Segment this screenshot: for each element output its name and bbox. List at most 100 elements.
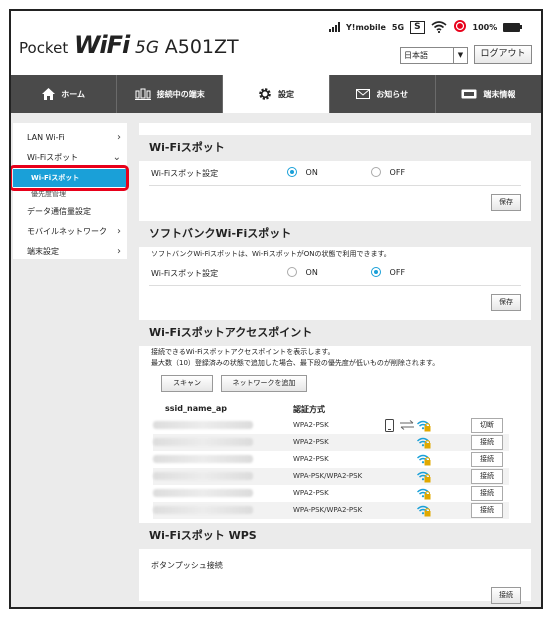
ssid-redacted (153, 472, 253, 480)
divider (149, 185, 521, 186)
radio-off-icon (287, 267, 297, 277)
home-icon (42, 88, 56, 100)
sidebar-item-mobile-network[interactable]: モバイルネットワーク › (13, 223, 127, 241)
connect-button[interactable]: 接続 (471, 469, 503, 484)
radio-on-icon (371, 267, 381, 277)
ssid-redacted (153, 438, 253, 446)
connect-button[interactable]: 接続 (471, 503, 503, 518)
col-auth: 認証方式 (293, 405, 325, 414)
disconnect-button[interactable]: 切断 (471, 418, 503, 433)
table-row: WPA2-PSK 切断 (153, 417, 509, 434)
tab-settings[interactable]: 設定 (223, 75, 330, 113)
auth-value: WPA2-PSK (293, 455, 329, 463)
chevron-right-icon: › (117, 132, 121, 143)
connect-button[interactable]: 接続 (471, 435, 503, 450)
softbank-on-radio[interactable]: ON (287, 267, 318, 277)
radio-label: ON (305, 267, 318, 277)
gear-icon (258, 87, 272, 101)
chevron-right-icon: › (117, 246, 121, 257)
tab-device-info-label: 端末情報 (483, 89, 516, 99)
radio-off-icon (371, 167, 381, 177)
power-icon (453, 19, 467, 35)
brand-logo: Pocket WiFi 5G A501ZT (19, 31, 239, 59)
connect-button[interactable]: 接続 (471, 486, 503, 501)
tab-notifications[interactable]: お知らせ (330, 75, 436, 113)
wifispot-setting-label: Wi-Fiスポット設定 (151, 169, 219, 178)
sidebar-item-label: Wi-Fiスポット (27, 153, 79, 162)
devices-icon (134, 88, 151, 100)
tab-home[interactable]: ホーム (11, 75, 118, 113)
sim-badge: S (410, 20, 425, 34)
main-panel: Wi-Fiスポット Wi-Fiスポット設定 ON OFF 保存 ソフトバンクWi… (139, 123, 531, 604)
device-info-icon (461, 89, 477, 99)
signal-icon (329, 22, 340, 32)
connected-arrows-icon (400, 420, 414, 432)
tab-devices[interactable]: 接続中の端末 (117, 75, 224, 113)
battery-label: 100% (472, 22, 498, 32)
sidebar: LAN Wi-Fi › Wi-Fiスポット ⌄ Wi-Fiスポット 優先度管理 … (11, 123, 129, 261)
tab-device-info[interactable]: 端末情報 (436, 75, 541, 113)
sidebar-item-device-settings[interactable]: 端末設定 › (13, 243, 127, 261)
wps-connect-button[interactable]: 接続 (491, 587, 521, 604)
wps-push-label: ボタンプッシュ接続 (151, 561, 223, 570)
softbank-setting-label: Wi-Fiスポット設定 (151, 269, 219, 278)
section-title: ソフトバンクWi-Fiスポット (139, 221, 531, 247)
ssid-redacted (153, 421, 253, 429)
logout-button[interactable]: ログアウト (474, 45, 532, 64)
logo-5g: 5G (135, 38, 159, 58)
tab-notifications-label: お知らせ (376, 89, 409, 99)
auth-value: WPA2-PSK (293, 489, 329, 497)
table-row: WPA-PSK/WPA2-PSK 接続 (153, 502, 509, 519)
highlight-marker (11, 165, 129, 191)
connect-button[interactable]: 接続 (471, 452, 503, 467)
status-bar: Y!mobile 5G S 100% (329, 19, 523, 35)
ssid-redacted (153, 489, 253, 497)
secured-wifi-icon (416, 487, 431, 500)
ap-desc-1: 接続できるWi-Fiスポットアクセスポイントを表示します。 (151, 348, 335, 356)
tab-devices-label: 接続中の端末 (156, 89, 205, 99)
header: Pocket WiFi 5G A501ZT Y!mobile 5G S 100%… (11, 11, 541, 75)
radio-label: OFF (389, 167, 406, 177)
secured-wifi-icon (416, 436, 431, 449)
phone-icon (385, 419, 394, 434)
table-row: WPA2-PSK 接続 (153, 434, 509, 451)
auth-value: WPA2-PSK (293, 421, 329, 429)
wifispot-on-radio[interactable]: ON (287, 167, 318, 177)
section-title: Wi-Fiスポットアクセスポイント (139, 320, 531, 346)
sidebar-item-lan-wifi[interactable]: LAN Wi-Fi › (13, 129, 127, 147)
sidebar-item-label: 端末設定 (27, 247, 59, 256)
secured-wifi-icon (416, 470, 431, 483)
content-area: LAN Wi-Fi › Wi-Fiスポット ⌄ Wi-Fiスポット 優先度管理 … (11, 113, 541, 607)
softbank-save-button[interactable]: 保存 (491, 294, 521, 311)
table-row: WPA2-PSK 接続 (153, 451, 509, 468)
radio-label: OFF (389, 267, 406, 277)
logo-model: A501ZT (164, 36, 239, 58)
radio-label: ON (305, 167, 318, 177)
app-frame: Pocket WiFi 5G A501ZT Y!mobile 5G S 100%… (9, 9, 543, 609)
language-select[interactable]: 日本語 ▼ (400, 47, 468, 64)
section-wifispot: Wi-Fiスポット (139, 135, 531, 161)
network-label: 5G (391, 22, 405, 32)
sidebar-item-label: 優先度管理 (31, 190, 66, 198)
scan-button[interactable]: スキャン (161, 375, 213, 392)
add-network-button[interactable]: ネットワークを追加 (221, 375, 307, 392)
wifispot-save-button[interactable]: 保存 (491, 194, 521, 211)
ap-desc-2: 最大数（10）登録済みの状態で追加した場合、最下段の優先度が低いものが削除されま… (151, 359, 440, 367)
wifispot-off-radio[interactable]: OFF (371, 167, 405, 177)
tab-settings-label: 設定 (278, 89, 294, 99)
chevron-down-icon: ▼ (453, 48, 467, 63)
sidebar-item-data-usage[interactable]: データ通信量設定 (13, 203, 127, 221)
ssid-redacted (153, 506, 253, 514)
battery-icon (503, 22, 523, 32)
auth-value: WPA-PSK/WPA2-PSK (293, 506, 363, 514)
logo-wifi: WiFi (73, 31, 130, 59)
language-value: 日本語 (404, 51, 428, 60)
mail-icon (356, 89, 371, 99)
softbank-off-radio[interactable]: OFF (371, 267, 405, 277)
secured-wifi-icon (416, 504, 431, 517)
sidebar-item-label: モバイルネットワーク (27, 227, 107, 236)
divider (149, 285, 521, 286)
sidebar-item-label: LAN Wi-Fi (27, 133, 65, 142)
table-row: WPA-PSK/WPA2-PSK 接続 (153, 468, 509, 485)
tab-home-label: ホーム (61, 89, 85, 99)
